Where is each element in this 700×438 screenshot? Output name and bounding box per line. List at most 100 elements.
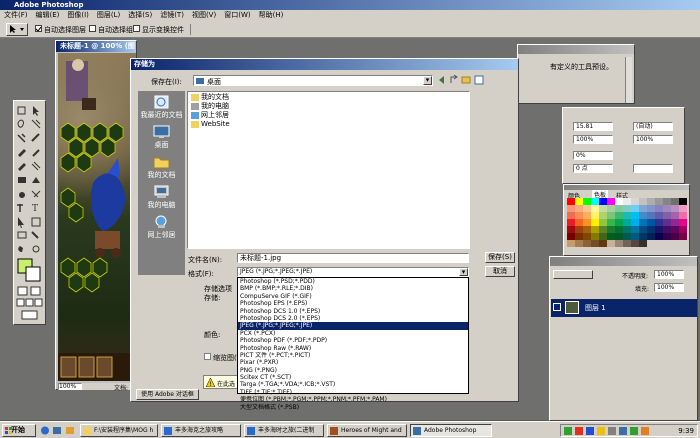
format-dropdown-list[interactable]: Photoshop (*.PSD;*.PDD) BMP (*.BMP;*.RLE;… (237, 277, 469, 411)
start-label: 开始 (11, 426, 25, 434)
place-network[interactable]: 网上邻居 (138, 215, 185, 240)
task-label: Heroes of Might and (341, 427, 402, 434)
vertical-scale-field[interactable]: 100% (573, 135, 613, 144)
tool-presets-panel: 有定义的工具预设。 (517, 44, 635, 104)
folder-icon (191, 120, 199, 128)
swatch-grid[interactable] (567, 198, 687, 254)
format-option[interactable]: Scitex CT (*.SCT) (238, 374, 468, 381)
tool-preset-picker[interactable] (6, 23, 28, 36)
format-option[interactable]: Photoshop EPS (*.EPS) (238, 300, 468, 307)
format-option[interactable]: PNG (*.PNG) (238, 367, 468, 374)
taskbar-item[interactable]: F:\安装程序集\MOG h (80, 424, 158, 437)
zoom-field[interactable]: 100% (58, 383, 82, 390)
taskbar-item[interactable]: 丰多海克之旅攻略 (161, 424, 241, 437)
file-list[interactable]: 我的文档 我的电脑 网上邻居 WebSite (187, 91, 470, 249)
menu-help[interactable]: 帮助(H) (255, 10, 288, 21)
list-item[interactable]: 我的电脑 (191, 102, 229, 111)
nav-toolbar[interactable] (437, 74, 487, 86)
layer-row[interactable]: 图层 1 (551, 299, 697, 317)
save-in-select[interactable]: 桌面 ▾ (193, 75, 433, 86)
menu-window[interactable]: 窗口(W) (220, 10, 254, 21)
format-label: 格式(F): (188, 270, 214, 278)
use-adobe-dialog-button[interactable]: 使用 Adobe 对话框 (136, 389, 199, 400)
opacity-field[interactable]: 100% (654, 270, 684, 279)
document-title-bar[interactable]: 未标题-1 @ 100% (图层 1, RGB/8) (56, 41, 136, 61)
menu-bar: 文件(F) 编辑(E) 图像(I) 图层(L) 选择(S) 滤镜(T) 视图(V) 窗口(W)… (0, 10, 700, 21)
format-option[interactable]: 便携位图 (*.PBM;*.PGM;*.PPM;*.PNM;*.PFM;*.PA… (238, 396, 468, 403)
menu-edit[interactable]: 编辑(E) (32, 10, 64, 21)
cancel-button[interactable]: 取消 (485, 266, 515, 277)
place-desktop[interactable]: 桌面 (138, 125, 185, 150)
format-select[interactable]: JPEG (*.JPG;*.JPEG;*.JPE) ▾ (237, 267, 469, 277)
format-option[interactable]: JPEG (*.JPG;*.JPEG;*.JPE) (238, 322, 468, 330)
format-option[interactable]: Photoshop PDF (*.PDF;*.PDP) (238, 337, 468, 344)
baseline-field[interactable]: 0 点 (573, 164, 613, 173)
tool-icons[interactable]: T (14, 101, 45, 324)
format-option[interactable]: 大型文档格式 (*.PSB) (238, 404, 468, 411)
format-option[interactable]: Photoshop DCS 2.0 (*.EPS) (238, 315, 468, 322)
view-menu-icon (474, 75, 484, 85)
place-my-computer-label: 我的电脑 (147, 201, 176, 209)
place-my-computer[interactable]: 我的电脑 (138, 185, 185, 210)
network-icon (191, 111, 199, 119)
format-option[interactable]: Pixar (*.PXR) (238, 359, 468, 366)
taskbar-item[interactable]: Adobe Photoshop (410, 424, 492, 437)
menu-filter[interactable]: 滤镜(T) (156, 10, 188, 21)
panel-scrollbar[interactable] (625, 57, 632, 103)
thumbnail-checkbox[interactable] (204, 353, 211, 360)
leading-field[interactable]: 15.81 (573, 122, 613, 131)
menu-layer[interactable]: 图层(L) (93, 10, 124, 21)
list-item[interactable]: 我的文档 (191, 93, 229, 102)
format-option[interactable]: Photoshop (*.PSD;*.PDD) (238, 278, 468, 285)
file-name: 我的文档 (201, 93, 229, 101)
fill-field[interactable]: 100% (654, 283, 684, 292)
blend-mode-select[interactable] (553, 270, 593, 279)
menu-view[interactable]: 视图(V) (188, 10, 220, 21)
desktop-icon (196, 78, 204, 84)
chevron-down-icon[interactable]: ▾ (459, 268, 468, 276)
format-option[interactable]: PICT 文件 (*.PCT;*.PICT) (238, 352, 468, 359)
layers-title-bar (550, 257, 697, 266)
auto-leading-field[interactable]: (自动) (633, 122, 673, 131)
tracking-field[interactable]: 0% (573, 151, 613, 160)
place-recent[interactable]: 我最近的文档 (138, 95, 185, 120)
format-option[interactable]: Targa (*.TGA;*.VDA;*.ICB;*.VST) (238, 381, 468, 388)
start-button[interactable]: 开始 (2, 424, 36, 437)
save-button[interactable]: 保存(S) (485, 252, 515, 263)
menu-file[interactable]: 文件(F) (0, 10, 32, 21)
quick-launch[interactable] (40, 425, 78, 436)
format-option[interactable]: BMP (*.BMP;*.RLE;*.DIB) (238, 285, 468, 292)
format-option[interactable]: TIFF (*.TIF;*.TIFF) (238, 389, 468, 396)
color-label: 颜色: (204, 331, 221, 339)
auto-select-group-label: 自动选择组 (98, 26, 133, 34)
horizontal-scale-field[interactable]: 100% (633, 135, 673, 144)
show-transform-checkbox[interactable] (133, 25, 140, 32)
format-option[interactable]: Photoshop Raw (*.RAW) (238, 345, 468, 352)
svg-text:T: T (32, 204, 38, 214)
presets-text: 有定义的工具预设。 (550, 63, 613, 71)
auto-select-layer-checkbox[interactable] (35, 25, 42, 32)
taskbar: 开始 F:\安装程序集\MOG h 丰多海克之旅攻略 丰多海时之旅(二进制 He… (0, 421, 700, 438)
place-my-documents[interactable]: 我的文档 (138, 155, 185, 180)
visibility-icon[interactable] (553, 303, 561, 311)
file-name: 我的电脑 (201, 102, 229, 110)
format-option[interactable]: PCX (*.PCX) (238, 330, 468, 337)
filename-input[interactable]: 未标题-1.jpg (237, 253, 469, 263)
swatches-title-bar (564, 185, 689, 190)
menu-image[interactable]: 图像(I) (63, 10, 93, 21)
tray-icons[interactable] (564, 426, 664, 436)
dialog-title-bar[interactable]: 存储为 (131, 59, 518, 70)
list-item[interactable]: WebSite (191, 120, 230, 129)
color-field[interactable] (633, 164, 673, 173)
auto-select-group-checkbox[interactable] (89, 25, 96, 32)
taskbar-item[interactable]: Heroes of Might and (327, 424, 407, 437)
recent-documents-icon (154, 95, 169, 109)
menu-select[interactable]: 选择(S) (124, 10, 156, 21)
format-option[interactable]: CompuServe GIF (*.GIF) (238, 293, 468, 300)
task-label: 丰多海克之旅攻略 (175, 427, 224, 434)
list-item[interactable]: 网上邻居 (191, 111, 229, 120)
taskbar-item[interactable]: 丰多海时之旅(二进制 (244, 424, 324, 437)
chevron-down-icon[interactable]: ▾ (423, 76, 432, 85)
format-option[interactable]: Photoshop DCS 1.0 (*.EPS) (238, 308, 468, 315)
document-canvas[interactable] (58, 53, 136, 381)
